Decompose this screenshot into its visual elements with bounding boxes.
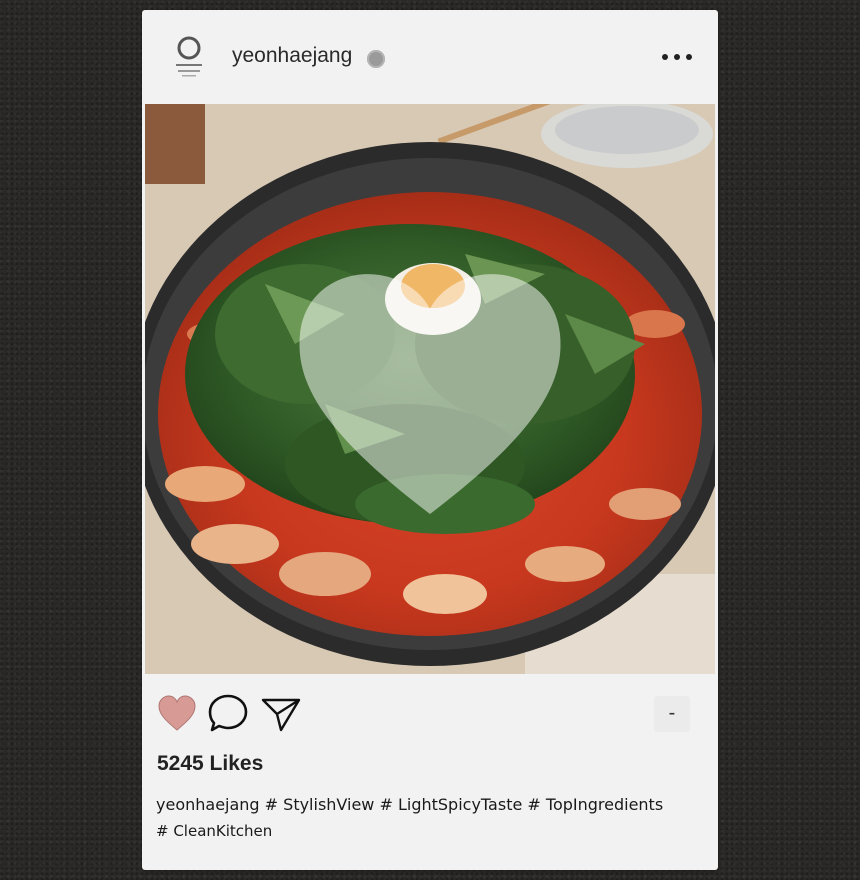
dot-icon: [686, 54, 692, 60]
send-paper-plane-icon: [261, 698, 301, 732]
post-caption: yeonhaejang # StylishView # LightSpicyTa…: [156, 792, 704, 844]
likes-count[interactable]: 5245 Likes: [157, 752, 263, 776]
comment-bubble-icon: [208, 694, 248, 732]
dot-icon: [674, 54, 680, 60]
more-options-button[interactable]: [662, 50, 692, 64]
post-username[interactable]: yeonhaejang: [232, 44, 352, 68]
comment-button[interactable]: [206, 692, 250, 736]
stew-pot-image: [145, 104, 715, 674]
like-button[interactable]: [155, 692, 199, 736]
avatar[interactable]: [168, 34, 210, 86]
post-header: yeonhaejang: [142, 10, 718, 104]
post-actions-bar: -: [142, 686, 718, 742]
post-card: yeonhaejang - 5245 Likes yeonhaejang # S…: [142, 10, 718, 870]
post-photo[interactable]: [145, 104, 715, 674]
heart-icon: [158, 695, 196, 731]
share-button[interactable]: [259, 692, 303, 736]
brand-logo-icon: [176, 36, 202, 77]
verified-badge-icon: [367, 50, 385, 68]
bookmark-button[interactable]: -: [654, 696, 690, 732]
caption-line[interactable]: # CleanKitchen: [156, 818, 704, 844]
caption-line: yeonhaejang # StylishView # LightSpicyTa…: [156, 795, 664, 814]
dot-icon: [662, 54, 668, 60]
